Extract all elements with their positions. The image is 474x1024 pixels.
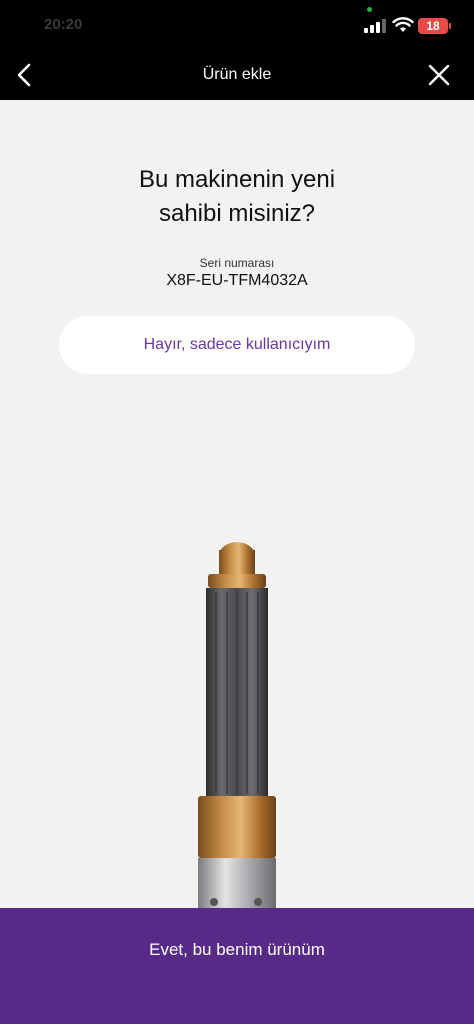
status-time: 20:20 — [44, 16, 83, 33]
ownership-question: Bu makinenin yeni sahibi misiniz? — [138, 166, 336, 227]
wifi-icon — [392, 17, 414, 32]
product-image — [198, 542, 276, 908]
status-bar: 20:20 18 — [0, 0, 474, 50]
close-icon — [428, 64, 450, 86]
privacy-indicator-dot — [367, 7, 372, 12]
confirm-owner-button[interactable]: Evet, bu benim ürünüm — [0, 908, 474, 1024]
cellular-signal-icon — [364, 19, 386, 33]
battery-tip — [449, 23, 451, 29]
close-button[interactable] — [424, 60, 454, 90]
serial-number-label: Seri numarası — [199, 256, 275, 270]
screen: 20:20 18 Ürün ekle Bu makinenin yeni sah… — [0, 0, 474, 1024]
battery-icon: 18 — [418, 18, 448, 34]
nav-header: Ürün ekle — [0, 50, 474, 100]
just-user-button[interactable]: Hayır, sadece kullanıcıyım — [59, 316, 415, 374]
page-title: Ürün ekle — [202, 66, 272, 83]
serial-number-value: X8F-EU-TFM4032A — [166, 272, 308, 289]
